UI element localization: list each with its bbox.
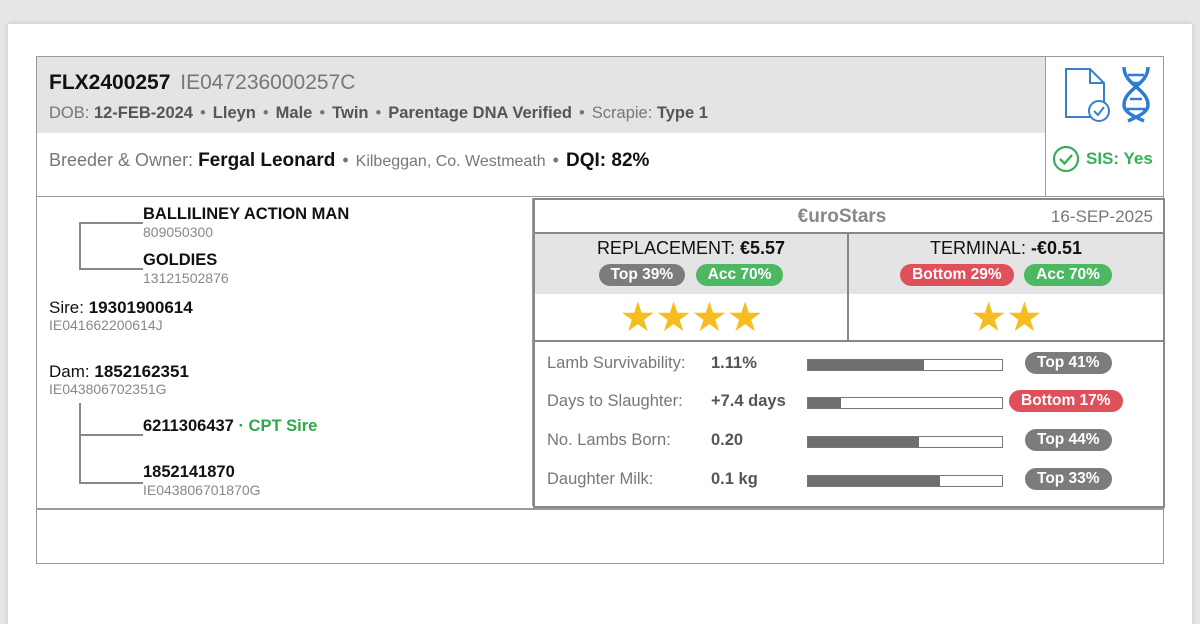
card-divider — [37, 508, 1163, 510]
replacement-value: €5.57 — [740, 238, 786, 258]
trait-bar-fill — [808, 437, 919, 447]
trait-row: Days to Slaughter: +7.4 days Bottom 17% — [535, 385, 1163, 423]
trait-rank-badge: Top 41% — [1025, 352, 1112, 374]
trait-value: +7.4 days — [711, 392, 786, 410]
dam-line — [79, 403, 81, 483]
sire-granddam-tag: 13121502876 — [143, 270, 229, 286]
dna-status: Parentage DNA Verified — [388, 104, 572, 122]
birth-type-value: Twin — [332, 104, 369, 122]
breed-value: Lleyn — [212, 104, 256, 122]
trait-label: Lamb Survivability: — [547, 354, 686, 372]
trait-label: No. Lambs Born: — [547, 431, 671, 449]
sire-granddam-name: GOLDIES — [143, 251, 218, 269]
sire-grandsire-name: BALLILINEY ACTION MAN — [143, 205, 350, 223]
report-page: FLX2400257 IE047236000257C DOB: 12-FEB-2… — [8, 24, 1192, 624]
owner-row: Breeder & Owner: Fergal Leonard • Kilbegga… — [37, 133, 1045, 197]
animal-tag: IE047236000257C — [180, 71, 356, 94]
trait-bar-fill — [808, 398, 841, 408]
trait-bar — [807, 359, 1003, 371]
dam-granddam-name[interactable]: 1852141870 — [143, 463, 235, 482]
replacement-star-rating: ★★★★ — [619, 294, 763, 340]
status-panel: SIS: Yes — [1045, 57, 1163, 197]
trait-row: No. Lambs Born: 0.20 Top 44% — [535, 424, 1163, 462]
replacement-title: REPLACEMENT: €5.57 — [596, 238, 786, 258]
trait-bar — [807, 397, 1003, 409]
trait-label: Daughter Milk: — [547, 470, 654, 488]
sex-value: Male — [275, 104, 313, 122]
trait-value: 1.11% — [711, 354, 757, 372]
dob-value: 12-FEB-2024 — [93, 104, 193, 122]
replacement-index: REPLACEMENT: €5.57 Top 39% Acc 70% ★★★★ — [535, 234, 849, 342]
terminal-index: TERMINAL: -€0.51 Bottom 29% Acc 70% ★★ — [849, 234, 1163, 342]
sire-grandsire-tag: 809050300 — [143, 224, 214, 240]
trait-value: 0.1 kg — [711, 470, 758, 488]
cpt-sire-badge: · CPT Sire — [238, 417, 318, 435]
trait-label: Days to Slaughter: — [547, 392, 683, 410]
eurostars-date: 16-SEP-2025 — [1050, 207, 1153, 226]
trait-bar-fill — [808, 360, 925, 370]
trait-value: 0.20 — [711, 431, 744, 449]
trait-bar — [807, 436, 1003, 448]
animal-meta: DOB: 12-FEB-2024 • Lleyn • Male • Twin • Parenta… — [49, 104, 708, 122]
sis-status: SIS: Yes — [1052, 145, 1153, 173]
pedigree-panel: BALLILINEY ACTION MAN 809050300 GOLDIES … — [37, 198, 533, 506]
replacement-rank-badge: Top 39% — [598, 264, 686, 286]
animal-id: FLX2400257 IE047236000257C — [49, 71, 356, 94]
sire-id[interactable]: 19301900614 — [89, 298, 193, 317]
trait-list: Lamb Survivability: 1.11% Top 41% Days to S… — [535, 344, 1163, 506]
animal-header: FLX2400257 IE047236000257C DOB: 12-FEB-2… — [37, 57, 1045, 133]
terminal-star-rating: ★★ — [970, 294, 1043, 340]
scrapie-value: Type 1 — [656, 104, 708, 122]
owner-location: Kilbeggan, Co. Westmeath — [355, 153, 546, 170]
sire-tag: IE041662200614J — [49, 317, 163, 333]
terminal-accuracy-badge: Acc 70% — [1024, 264, 1112, 286]
dam-id[interactable]: 1852162351 — [94, 362, 189, 381]
trait-row: Lamb Survivability: 1.11% Top 41% — [535, 347, 1163, 385]
trait-rank-badge: Top 44% — [1025, 429, 1112, 451]
dam-label: Dam: 1852162351 — [49, 362, 189, 381]
trait-bar — [807, 475, 1003, 487]
trait-rank-badge: Top 33% — [1025, 468, 1112, 490]
dqi-value: DQI: 82% — [565, 150, 650, 171]
sire-label: Sire: 19301900614 — [49, 298, 193, 317]
check-circle-icon — [1052, 145, 1080, 173]
dna-icon[interactable] — [1116, 63, 1156, 123]
sire-granddam-line — [79, 268, 143, 270]
document-check-icon[interactable] — [1060, 65, 1116, 125]
dam-grandsire-name: 6211306437 · CPT Sire — [143, 417, 318, 435]
sire-line — [79, 222, 81, 270]
owner-name: Fergal Leonard — [198, 150, 336, 171]
animal-card: FLX2400257 IE047236000257C DOB: 12-FEB-2… — [36, 56, 1165, 564]
terminal-rank-badge: Bottom 29% — [900, 264, 1014, 286]
dam-granddam-tag: IE043806701870G — [143, 482, 261, 498]
terminal-title: TERMINAL: -€0.51 — [929, 238, 1083, 258]
trait-rank-badge: Bottom 17% — [1009, 390, 1123, 412]
trait-bar-fill — [808, 476, 940, 486]
sire-grandsire-line — [79, 222, 143, 224]
dam-tag: IE043806702351G — [49, 381, 167, 397]
dam-grandsire-line — [79, 434, 143, 436]
trait-row: Daughter Milk: 0.1 kg Top 33% — [535, 463, 1163, 501]
terminal-value: -€0.51 — [1030, 238, 1083, 258]
eurostars-header: €uroStars 16-SEP-2025 — [535, 200, 1163, 234]
dam-granddam-line — [79, 482, 143, 484]
eurostars-panel: €uroStars 16-SEP-2025 REPLACEMENT: €5.57… — [533, 198, 1165, 508]
replacement-accuracy-badge: Acc 70% — [695, 264, 784, 286]
